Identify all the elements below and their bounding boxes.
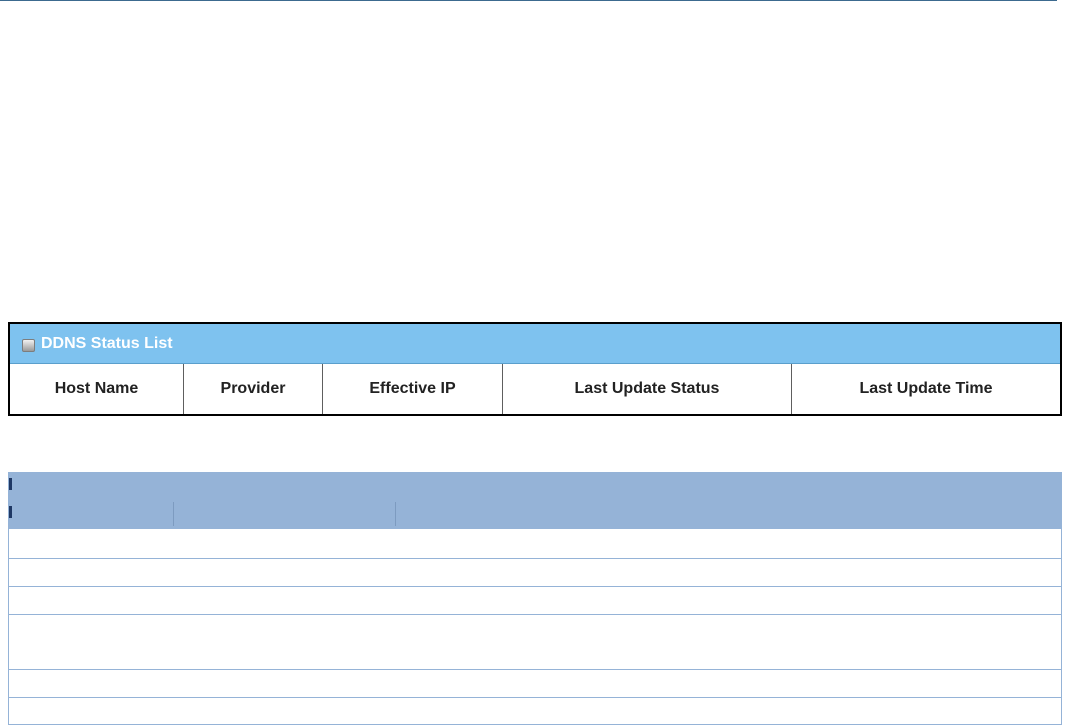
column-provider: Provider <box>184 364 323 414</box>
table-row <box>9 586 1061 614</box>
header-column-divider <box>173 502 174 526</box>
header-column-divider <box>395 502 396 526</box>
status-list-header: DDNS Status List <box>10 324 1060 364</box>
table-row <box>9 528 1061 558</box>
column-effective-ip: Effective IP <box>323 364 503 414</box>
table-row <box>9 669 1061 697</box>
header-mark <box>9 478 12 490</box>
column-last-update-time: Last Update Time <box>859 380 993 397</box>
status-list-columns: Host Name Provider Effective IP Last Upd… <box>10 364 1060 414</box>
table-row <box>9 614 1061 669</box>
top-divider <box>0 0 1057 1</box>
header-mark <box>9 506 12 518</box>
description-table-header <box>9 472 1061 528</box>
ddns-status-list-panel: DDNS Status List Host Name Provider Effe… <box>8 322 1062 416</box>
column-host-name: Host Name <box>10 364 184 414</box>
panel-bullet-icon <box>22 338 35 352</box>
column-last-update-status: Last Update Status <box>503 364 792 414</box>
status-list-title: DDNS Status List <box>41 334 173 352</box>
table-row <box>9 558 1061 586</box>
table-row <box>9 697 1061 724</box>
description-table <box>8 472 1062 725</box>
